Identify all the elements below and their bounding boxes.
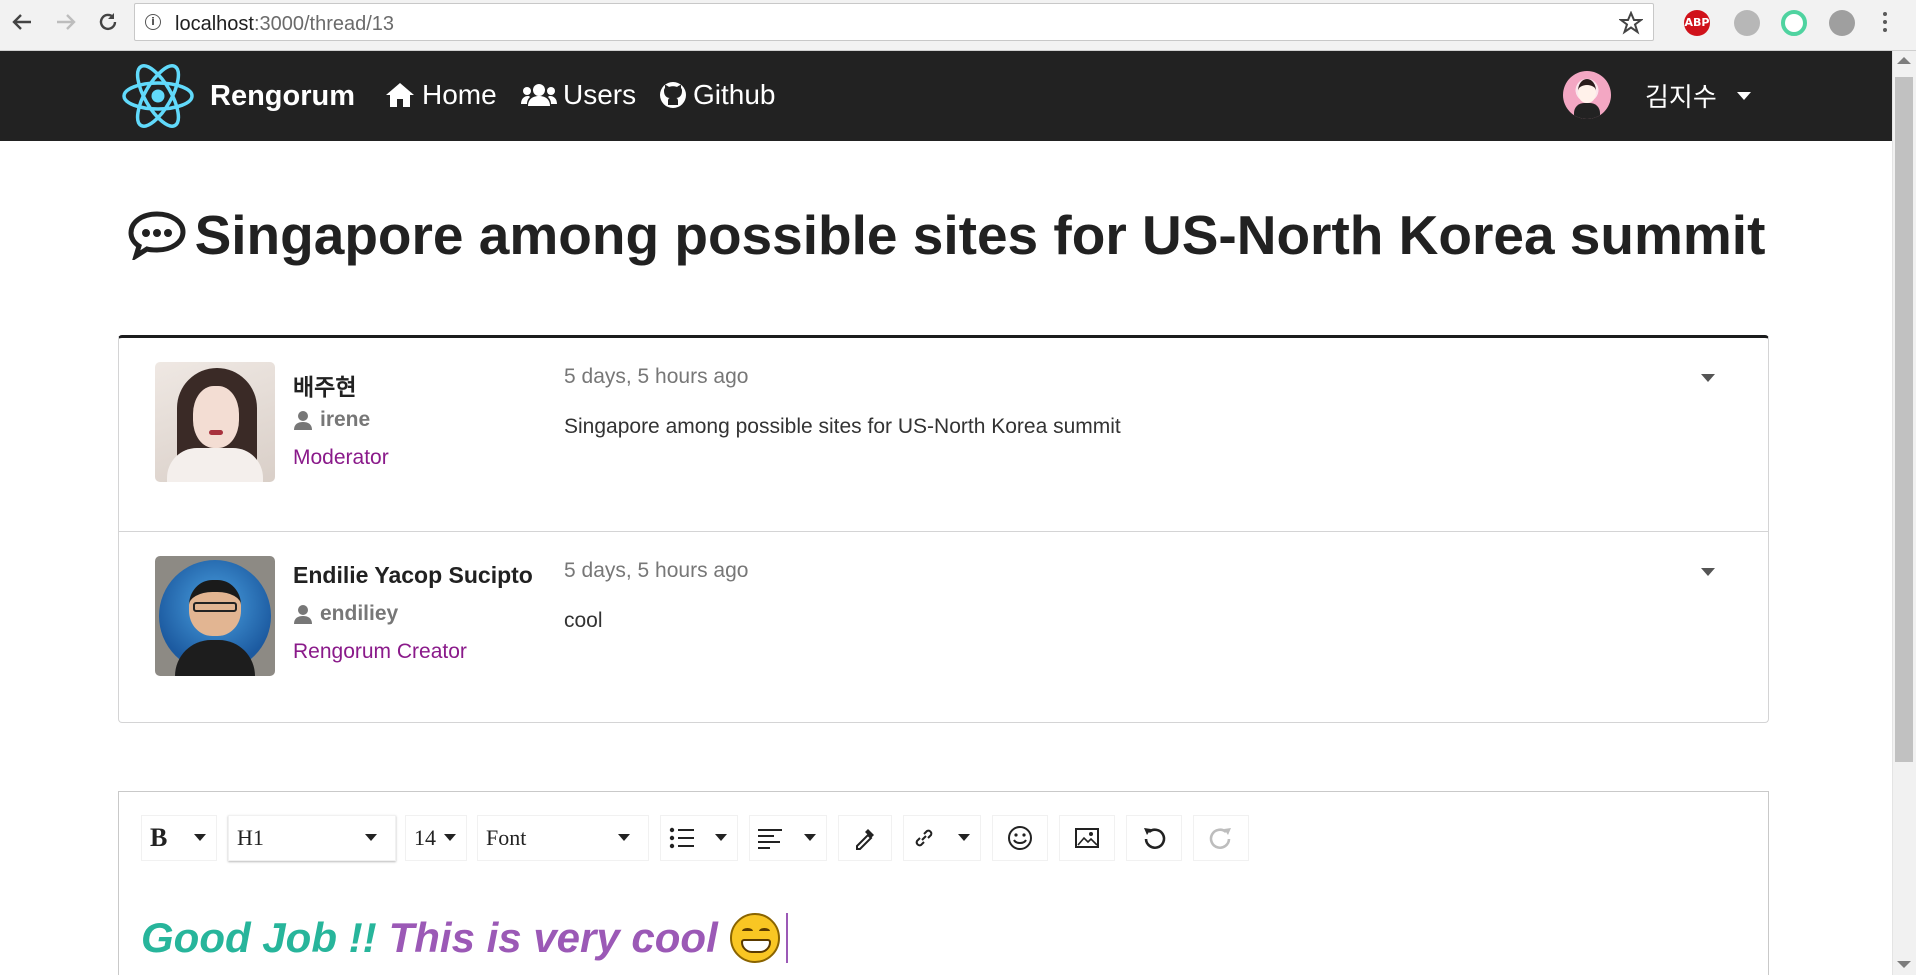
reload-button[interactable] — [94, 8, 122, 36]
brand-name: Rengorum — [210, 79, 355, 112]
info-icon[interactable]: i — [145, 14, 161, 30]
chevron-down-icon — [715, 834, 727, 841]
posts-list: 배주현 irene Moderator 5 days, 5 hours ago … — [118, 335, 1769, 723]
font-size-value: 14 — [414, 825, 436, 850]
extension-globe-icon[interactable] — [1734, 10, 1760, 36]
react-logo-icon — [122, 64, 194, 128]
smiley-icon — [1008, 826, 1032, 850]
post-content: Singapore among possible sites for US-No… — [564, 415, 1121, 438]
extension-command-icon[interactable] — [1829, 10, 1855, 36]
forward-arrow-icon — [57, 14, 76, 30]
reply-editor: B H1 14 Font Good Job !! This is very co… — [118, 791, 1769, 975]
scrollbar-thumb[interactable] — [1895, 77, 1913, 762]
user-icon — [294, 605, 312, 624]
comments-icon — [128, 211, 186, 260]
post-avatar[interactable] — [155, 556, 275, 676]
thread-title: Singapore among possible sites for US-No… — [0, 203, 1892, 267]
bold-dropdown[interactable]: B — [141, 815, 217, 861]
undo-icon — [1144, 828, 1166, 849]
chevron-down-icon — [804, 834, 816, 841]
link-icon — [915, 829, 933, 847]
scroll-up-arrow-icon[interactable] — [1897, 57, 1911, 64]
post-username-text: irene — [320, 408, 371, 431]
post-author-username[interactable]: endiliey — [293, 602, 398, 626]
url-text: localhost:3000/thread/13 — [175, 13, 395, 35]
bold-label: B — [150, 823, 168, 852]
link-dropdown[interactable] — [903, 815, 981, 861]
bookmark-star-icon[interactable] — [1619, 11, 1643, 35]
app-header: Rengorum Home Users Github 김지수 — [0, 51, 1892, 141]
back-arrow-icon — [12, 14, 31, 30]
post-options-chevron-icon[interactable] — [1701, 568, 1715, 576]
eyedropper-icon — [856, 829, 874, 850]
chevron-down-icon — [444, 834, 456, 841]
browser-toolbar: i localhost:3000/thread/13 ABP — [0, 0, 1916, 51]
user-icon — [294, 411, 312, 430]
nav-home-label: Home — [422, 79, 497, 110]
align-dropdown[interactable] — [749, 815, 827, 861]
editor-content[interactable]: Good Job !! This is very cool — [141, 913, 788, 963]
home-icon — [386, 83, 414, 107]
address-bar[interactable]: i localhost:3000/thread/13 — [134, 3, 1654, 41]
post-timestamp: 5 days, 5 hours ago — [564, 365, 749, 388]
post-author-name[interactable]: Endilie Yacop Sucipto — [293, 562, 533, 589]
post-item: Endilie Yacop Sucipto endiliey Rengorum … — [119, 531, 1768, 724]
nav-users[interactable]: Users — [521, 79, 636, 111]
block-type-value: H1 — [237, 825, 264, 850]
post-timestamp: 5 days, 5 hours ago — [564, 559, 749, 582]
chevron-down-icon — [365, 834, 377, 841]
post-author-username[interactable]: irene — [293, 408, 370, 432]
nav-users-label: Users — [563, 79, 637, 110]
back-button[interactable] — [8, 8, 36, 36]
github-icon — [660, 82, 686, 108]
reload-icon — [99, 13, 117, 31]
image-button[interactable] — [1059, 815, 1115, 861]
font-family-value: Font — [486, 825, 527, 850]
post-options-chevron-icon[interactable] — [1701, 374, 1715, 382]
post-author-name[interactable]: 배주현 — [293, 368, 356, 402]
browser-menu-icon[interactable] — [1882, 12, 1888, 36]
forward-button[interactable] — [52, 8, 80, 36]
current-user-name: 김지수 — [1645, 83, 1717, 113]
grinning-emoji-icon — [729, 913, 780, 963]
extension-ring-icon[interactable] — [1781, 10, 1807, 36]
brand-link[interactable]: Rengorum — [120, 58, 355, 134]
post-avatar[interactable] — [155, 362, 275, 482]
post-item: 배주현 irene Moderator 5 days, 5 hours ago … — [119, 338, 1768, 531]
thread-title-text: Singapore among possible sites for US-No… — [194, 204, 1766, 266]
user-avatar[interactable] — [1563, 71, 1611, 119]
adblock-extension-icon[interactable]: ABP — [1684, 10, 1710, 36]
post-author-role: Rengorum Creator — [293, 640, 467, 663]
font-family-dropdown[interactable]: Font — [477, 815, 649, 861]
post-content: cool — [564, 609, 603, 632]
align-left-icon — [758, 829, 782, 849]
users-icon — [521, 84, 557, 106]
post-author-role: Moderator — [293, 446, 389, 469]
chevron-down-icon — [958, 834, 970, 841]
editor-text-green: Good Job !! — [141, 914, 377, 961]
post-username-text: endiliey — [320, 602, 399, 625]
color-picker-button[interactable] — [838, 815, 892, 861]
redo-icon — [1209, 828, 1231, 849]
chevron-down-icon — [618, 834, 630, 841]
user-menu[interactable]: 김지수 — [1645, 77, 1751, 114]
list-icon — [669, 827, 694, 849]
text-cursor — [785, 913, 788, 963]
list-dropdown[interactable] — [660, 815, 738, 861]
chevron-down-icon — [194, 834, 206, 841]
block-type-dropdown[interactable]: H1 — [228, 815, 396, 861]
redo-button[interactable] — [1193, 815, 1249, 861]
font-size-dropdown[interactable]: 14 — [405, 815, 467, 861]
chevron-down-icon — [1736, 91, 1751, 100]
nav-github[interactable]: Github — [659, 79, 776, 111]
emoji-button[interactable] — [992, 815, 1048, 861]
undo-button[interactable] — [1126, 815, 1182, 861]
nav-home[interactable]: Home — [384, 79, 497, 111]
scroll-down-arrow-icon[interactable] — [1897, 961, 1911, 968]
nav-github-label: Github — [693, 79, 776, 110]
editor-text-purple: This is very cool — [388, 914, 718, 961]
image-icon — [1075, 828, 1099, 848]
